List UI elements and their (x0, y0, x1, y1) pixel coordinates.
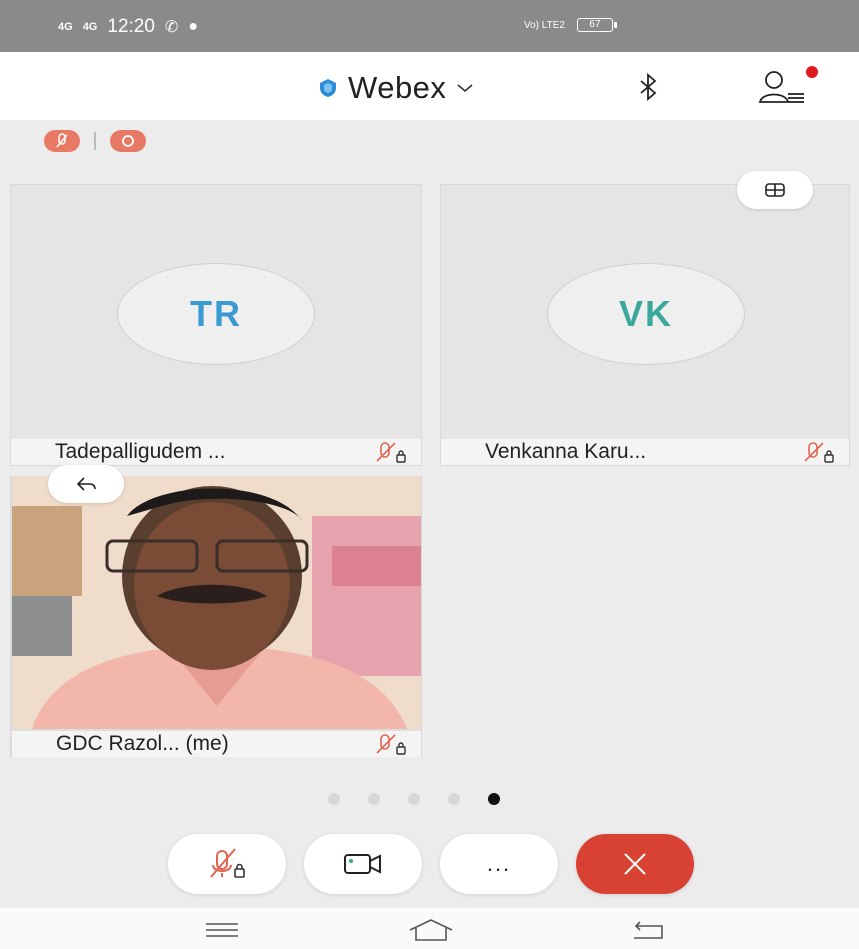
participant-name: Tadepalligudem ... (55, 440, 226, 463)
meeting-switcher[interactable]: Webex (318, 70, 474, 106)
mic-muted-icon (56, 133, 68, 148)
avatar-initials: TR (190, 293, 242, 334)
record-icon (122, 135, 134, 147)
recording-indicator[interactable] (110, 130, 146, 152)
clock: 12:20 (107, 16, 155, 37)
mute-button[interactable] (168, 834, 286, 894)
participant-name-bar: GDC Razol... (me) (12, 731, 421, 757)
avatar: TR (117, 263, 315, 365)
close-icon (624, 853, 646, 875)
shield-check-icon: ● (188, 18, 198, 35)
call-controls: ... (0, 834, 859, 896)
person-video-image (12, 476, 421, 729)
battery-level: 67 (589, 19, 601, 30)
participants-button[interactable] (758, 66, 818, 106)
layout-toggle-button[interactable] (737, 171, 813, 209)
notification-dot (806, 66, 818, 78)
more-icon: ... (486, 851, 512, 876)
mic-muted-locked-icon (376, 734, 406, 755)
video-camera-icon (344, 854, 381, 874)
avatar: VK (547, 263, 745, 365)
battery-icon: 67 (576, 18, 617, 32)
page-dot-active[interactable] (488, 793, 500, 805)
bluetooth-icon[interactable] (635, 72, 661, 102)
meeting-indicators (44, 130, 146, 152)
back-icon[interactable] (628, 918, 668, 942)
mic-muted-locked-icon (804, 442, 834, 463)
signal-indicator-2: 4G (82, 21, 98, 33)
muted-indicator[interactable] (44, 130, 80, 152)
page-dot[interactable] (408, 793, 420, 805)
whatsapp-icon: ✆ (164, 19, 179, 36)
page-dot[interactable] (368, 793, 380, 805)
participant-name-bar: Tadepalligudem ... (11, 439, 421, 465)
page-dot[interactable] (448, 793, 460, 805)
top-bar: Webex (0, 52, 859, 120)
page-indicator (328, 793, 500, 805)
video-button[interactable] (304, 834, 422, 894)
mic-muted-locked-icon (376, 442, 406, 463)
chevron-down-icon (457, 84, 473, 93)
participant-name-bar: Venkanna Karu... (441, 439, 849, 465)
end-call-button[interactable] (576, 834, 694, 894)
avatar-initials: VK (618, 293, 673, 334)
more-options-button[interactable]: ... (440, 834, 558, 894)
app-title: Webex (348, 70, 447, 105)
swap-video-button[interactable] (48, 465, 124, 503)
signal-indicator-1: 4G (58, 21, 73, 33)
divider (94, 132, 96, 150)
page-dot[interactable] (328, 793, 340, 805)
menu-icon[interactable] (202, 918, 242, 942)
system-nav-bar (0, 908, 859, 949)
grid-layout-icon (765, 183, 785, 197)
participant-tile-1[interactable]: TR Tadepalligudem ... (10, 184, 422, 466)
shield-icon (320, 79, 336, 97)
participants-icon (758, 71, 804, 103)
participant-name: GDC Razol... (me) (56, 732, 229, 755)
self-video-feed (12, 476, 421, 729)
mic-muted-locked-icon (210, 848, 245, 878)
home-icon[interactable] (406, 918, 456, 942)
status-bar: 4G 4G 12:20 ✆ ● Vo) LTE2 67 (0, 0, 859, 52)
participant-name: Venkanna Karu... (485, 440, 647, 463)
network-label: Vo) LTE2 (524, 19, 565, 31)
back-arrow-icon (76, 477, 96, 491)
participant-tile-2[interactable]: VK Venkanna Karu... (440, 184, 850, 466)
